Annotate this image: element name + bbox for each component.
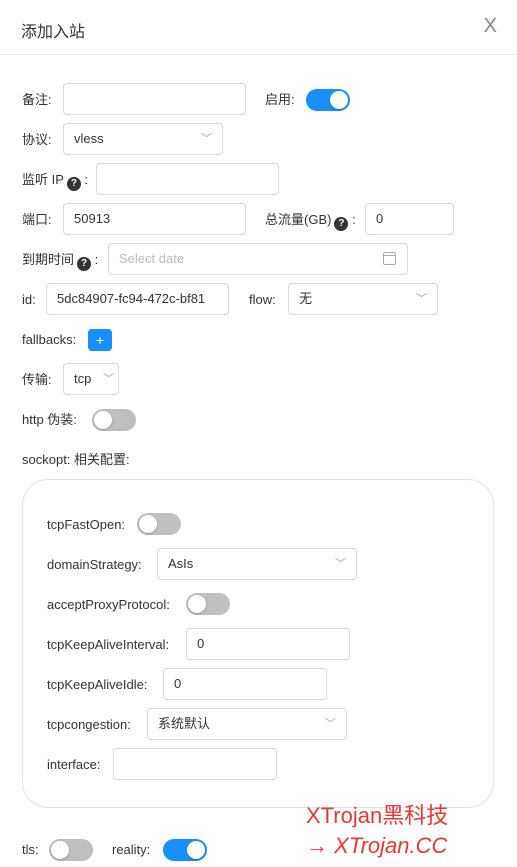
accept-proxy-protocol-switch[interactable]: [186, 593, 230, 615]
port-input[interactable]: 50913: [63, 203, 246, 235]
reality-switch[interactable]: [163, 839, 207, 861]
fallbacks-label: fallbacks:: [22, 332, 77, 347]
total-traffic-label-text: 总流量(GB): [265, 212, 332, 227]
id-label: id:: [22, 292, 36, 307]
flow-select-value: 无: [299, 291, 313, 306]
watermark-title: XTrojan黑科技: [306, 803, 449, 828]
tls-label: tls:: [22, 842, 39, 857]
tcp-congestion-value: 系统默认: [158, 716, 211, 731]
enable-switch[interactable]: [306, 89, 350, 111]
domain-strategy-select[interactable]: AsIs ﹀: [157, 548, 357, 580]
total-traffic-input[interactable]: 0: [365, 203, 454, 235]
chevron-down-icon: ﹀: [335, 558, 346, 570]
chevron-down-icon: ﹀: [201, 133, 212, 145]
help-icon[interactable]: ?: [66, 177, 81, 191]
protocol-select-value: vless: [74, 131, 104, 146]
http-disguise-label: http 伪装:: [22, 412, 77, 427]
chevron-down-icon: ﹀: [103, 373, 114, 385]
http-disguise-switch[interactable]: [92, 409, 136, 431]
domain-strategy-label: domainStrategy:: [47, 557, 142, 572]
transport-select[interactable]: tcp ﹀: [63, 363, 119, 395]
total-traffic-label: 总流量(GB)? :: [265, 212, 356, 231]
expiry-label-text: 到期时间: [22, 252, 75, 267]
help-icon[interactable]: ?: [334, 217, 349, 231]
chevron-down-icon: ﹀: [416, 293, 427, 305]
keep-alive-interval-label: tcpKeepAliveInterval:: [47, 637, 170, 652]
close-icon[interactable]: X: [484, 16, 497, 36]
keep-alive-idle-input[interactable]: 0: [163, 668, 327, 700]
remark-label: 备注:: [22, 92, 52, 107]
interface-label: interface:: [47, 757, 101, 772]
tcp-congestion-label: tcpcongestion:: [47, 717, 131, 732]
protocol-label: 协议:: [22, 132, 52, 147]
accept-proxy-protocol-label: acceptProxyProtocol:: [47, 597, 170, 612]
remark-input[interactable]: [63, 83, 246, 115]
transport-label: 传输:: [22, 372, 52, 387]
expiry-date-placeholder: Select date: [119, 251, 185, 266]
add-fallback-button[interactable]: +: [88, 329, 112, 351]
port-label: 端口:: [22, 212, 52, 227]
expiry-label: 到期时间? :: [22, 252, 99, 271]
tls-switch[interactable]: [49, 839, 93, 861]
interface-input[interactable]: [113, 748, 277, 780]
help-icon[interactable]: ?: [77, 257, 92, 271]
listen-ip-label: 监听 IP? :: [22, 172, 89, 191]
keep-alive-idle-label: tcpKeepAliveIdle:: [47, 677, 148, 692]
flow-label: flow:: [249, 292, 276, 307]
watermark-url: → XTrojan.CC: [306, 833, 448, 858]
sockopt-label: sockopt: 相关配置:: [22, 452, 130, 467]
chevron-down-icon: ﹀: [325, 718, 336, 730]
enable-label: 启用:: [265, 92, 295, 107]
id-input[interactable]: 5dc84907-fc94-472c-bf81: [46, 283, 229, 315]
tcp-congestion-select[interactable]: 系统默认 ﹀: [147, 708, 347, 740]
listen-ip-input[interactable]: [96, 163, 279, 195]
listen-ip-label-text: 监听 IP: [22, 172, 64, 187]
protocol-select[interactable]: vless ﹀: [63, 123, 223, 155]
tcp-fast-open-label: tcpFastOpen:: [47, 517, 126, 532]
expiry-date-picker[interactable]: Select date: [108, 243, 408, 275]
dialog-title: 添加入站: [21, 24, 86, 41]
transport-select-value: tcp: [74, 371, 92, 386]
tcp-fast-open-switch[interactable]: [137, 513, 181, 535]
domain-strategy-value: AsIs: [168, 556, 194, 571]
reality-label: reality:: [112, 842, 151, 857]
flow-select[interactable]: 无 ﹀: [288, 283, 438, 315]
calendar-icon: [383, 252, 396, 265]
keep-alive-interval-input[interactable]: 0: [186, 628, 350, 660]
dialog-header: 添加入站 X: [0, 0, 517, 55]
